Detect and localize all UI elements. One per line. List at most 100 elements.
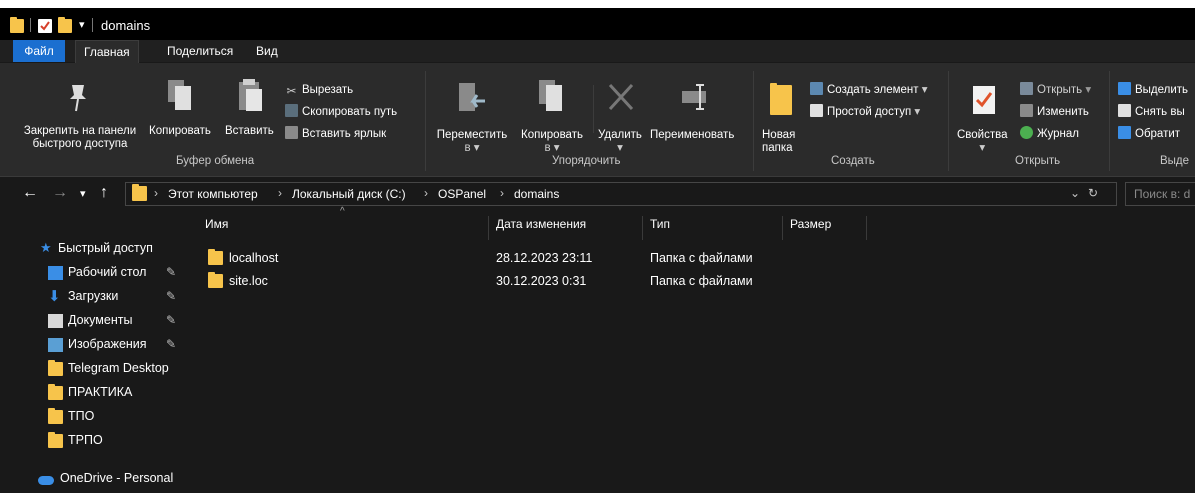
file-type: Папка с файлами <box>650 251 753 265</box>
column-header-name[interactable]: Имя <box>205 217 228 239</box>
nav-onedrive[interactable]: OneDrive - Personal <box>0 468 186 490</box>
tab-home[interactable]: Главная <box>75 40 139 65</box>
breadcrumb-ospanel[interactable]: OSPanel <box>438 187 486 201</box>
column-separator[interactable] <box>866 216 867 240</box>
nav-item-pictures[interactable]: Изображения ✎ <box>0 334 186 356</box>
column-separator[interactable] <box>488 216 489 240</box>
cut-button[interactable]: ✂ Вырезать <box>285 81 353 99</box>
pin-icon[interactable]: ✎ <box>166 265 176 279</box>
select-none-icon <box>1118 104 1131 117</box>
nav-item-telegram-desktop[interactable]: Telegram Desktop <box>0 358 186 380</box>
column-header-type[interactable]: Тип <box>650 217 670 239</box>
desktop-icon <box>48 266 63 280</box>
nav-item-desktop[interactable]: Рабочий стол ✎ <box>0 262 186 284</box>
invert-selection-icon <box>1118 126 1131 139</box>
paste-button[interactable]: Вставить <box>225 125 274 138</box>
copy-to-button[interactable]: Копировать в ▾ <box>510 129 594 155</box>
breadcrumb-separator-icon[interactable]: › <box>500 186 504 200</box>
new-folder-button[interactable]: Новая папка <box>762 129 795 155</box>
nav-item-label: Рабочий стол <box>68 265 147 279</box>
breadcrumb-separator-icon[interactable]: › <box>424 186 428 200</box>
nav-item-documents[interactable]: Документы ✎ <box>0 310 186 332</box>
rename-icon <box>680 81 710 118</box>
rename-button[interactable]: Переименовать <box>650 129 734 142</box>
folder-icon <box>208 272 223 288</box>
pin-icon[interactable]: ✎ <box>166 313 176 327</box>
pin-quick-access-button[interactable]: Закрепить на панели быстрого доступа <box>10 125 150 151</box>
nav-item-downloads[interactable]: ⬇ Загрузки ✎ <box>0 286 186 308</box>
breadcrumb-this-pc[interactable]: Этот компьютер <box>168 187 258 201</box>
explorer-folder-icon[interactable] <box>10 17 24 33</box>
nav-item-tpo[interactable]: ТПО <box>0 406 186 428</box>
pin-icon <box>64 81 92 116</box>
select-group-label: Выде <box>1160 155 1190 167</box>
tab-share[interactable]: Поделиться <box>167 44 233 58</box>
history-button[interactable]: Журнал <box>1020 125 1079 143</box>
tab-file[interactable]: Файл <box>13 40 65 62</box>
copy-to-icon <box>536 77 566 116</box>
column-separator[interactable] <box>782 216 783 240</box>
delete-button[interactable]: Удалить ▾ <box>598 129 642 155</box>
breadcrumb-separator-icon[interactable]: › <box>278 186 282 200</box>
address-bar[interactable]: › Этот компьютер › Локальный диск (C:) ›… <box>125 182 1117 206</box>
create-group-label: Создать <box>831 155 875 167</box>
refresh-icon[interactable]: ↻ <box>1088 186 1098 200</box>
invert-selection-button[interactable]: Обратит <box>1118 125 1180 143</box>
file-row-localhost[interactable]: localhost 28.12.2023 23:11 Папка с файла… <box>205 249 805 269</box>
nav-quick-access[interactable]: ★ Быстрый доступ <box>0 238 186 260</box>
properties-icon <box>972 85 996 118</box>
paste-shortcut-button[interactable]: Вставить ярлык <box>285 125 386 143</box>
folder-icon <box>48 360 63 376</box>
easy-access-button[interactable]: Простой доступ ▾ <box>810 103 920 121</box>
file-type: Папка с файлами <box>650 274 753 288</box>
move-to-label-line1: Переместить <box>436 129 508 141</box>
up-arrow-icon[interactable]: ↑ <box>100 184 108 202</box>
title-bar: ▾ domains <box>0 8 1195 40</box>
ribbon-home: Закрепить на панели быстрого доступа Коп… <box>0 63 1195 177</box>
breadcrumb-local-disk[interactable]: Локальный диск (C:) <box>292 187 406 201</box>
new-folder-qat-icon[interactable] <box>58 17 72 33</box>
search-input-placeholder: Поиск в: d <box>1134 187 1191 201</box>
pin-icon[interactable]: ✎ <box>166 289 176 303</box>
delete-icon <box>606 81 636 118</box>
column-separator[interactable] <box>642 216 643 240</box>
search-box[interactable]: Поиск в: d <box>1125 182 1195 206</box>
pin-icon[interactable]: ✎ <box>166 337 176 351</box>
edit-button[interactable]: Изменить <box>1020 103 1089 121</box>
copy-path-icon <box>285 104 298 117</box>
properties-qat-icon[interactable] <box>38 19 52 33</box>
breadcrumb-separator-icon[interactable]: › <box>154 186 158 200</box>
clipboard-group-label: Буфер обмена <box>176 155 255 167</box>
move-to-button[interactable]: Переместить в ▾ <box>430 129 514 155</box>
nav-item-label: ПРАКТИКА <box>68 385 133 399</box>
group-separator <box>1109 71 1110 171</box>
paste-icon <box>236 77 266 116</box>
copy-path-button[interactable]: Скопировать путь <box>285 103 397 121</box>
move-to-label-line2: в ▾ <box>464 142 480 154</box>
column-header-size[interactable]: Размер <box>790 217 831 239</box>
select-none-button[interactable]: Снять вы <box>1118 103 1185 121</box>
breadcrumb-domains[interactable]: domains <box>514 187 559 201</box>
ribbon-tabs: Файл Главная Поделиться Вид <box>0 40 1195 65</box>
nav-item-praktika[interactable]: ПРАКТИКА <box>0 382 186 404</box>
tab-view[interactable]: Вид <box>256 44 278 58</box>
column-header-modified[interactable]: Дата изменения <box>496 217 586 239</box>
back-arrow-icon[interactable]: ← <box>22 184 38 202</box>
file-row-site-loc[interactable]: site.loc 30.12.2023 0:31 Папка с файлами <box>205 272 805 292</box>
chevron-down-icon: ▾ <box>921 84 928 96</box>
customize-qat-icon[interactable]: ▾ <box>79 18 85 31</box>
properties-dropdown-icon[interactable]: ▾ <box>957 142 1008 155</box>
recent-locations-chevron-icon[interactable]: ▾ <box>80 187 86 200</box>
delete-dropdown-icon[interactable]: ▾ <box>598 142 642 155</box>
properties-button[interactable]: Свойства ▾ <box>957 129 1008 155</box>
new-item-button[interactable]: Создать элемент ▾ <box>810 81 928 99</box>
nav-item-trpo[interactable]: ТРПО <box>0 430 186 452</box>
open-button[interactable]: Открыть ▾ <box>1020 81 1091 99</box>
forward-arrow-icon[interactable]: → <box>52 184 68 202</box>
group-separator <box>425 71 426 171</box>
copy-to-label-line2: в ▾ <box>544 142 560 154</box>
select-all-button[interactable]: Выделить <box>1118 81 1188 99</box>
copy-button[interactable]: Копировать <box>149 125 211 138</box>
file-name: site.loc <box>229 274 268 288</box>
address-history-chevron-icon[interactable]: ⌄ <box>1070 186 1080 200</box>
